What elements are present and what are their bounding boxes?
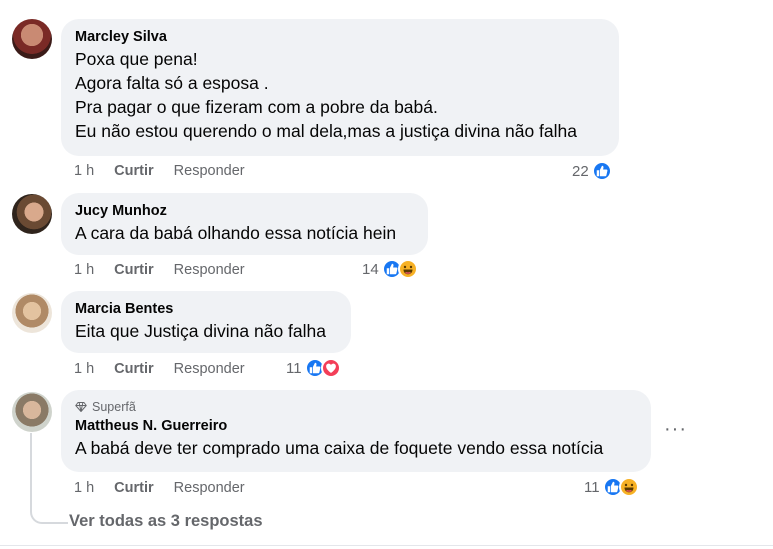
- comment-actions: 1 h Curtir Responder: [74, 163, 245, 179]
- comment-bubble: Marcley Silva Poxa que pena! Agora falta…: [61, 19, 619, 156]
- comment-bubble: Marcia Bentes Eita que Justiça divina nã…: [61, 291, 351, 353]
- reaction-count: 11: [584, 478, 600, 496]
- avatar[interactable]: [12, 392, 52, 432]
- avatar[interactable]: [12, 293, 52, 333]
- view-all-replies-link[interactable]: Ver todas as 3 respostas: [69, 512, 263, 531]
- more-options-icon[interactable]: ···: [664, 419, 687, 439]
- like-button[interactable]: Curtir: [114, 480, 153, 496]
- comment-actions: 1 h Curtir Responder: [74, 262, 245, 278]
- haha-icon: [618, 477, 639, 497]
- diamond-icon: [75, 402, 87, 412]
- comment-bubble: Superfã Mattheus N. Guerreiro A babá dev…: [61, 390, 651, 472]
- comment-text: Eita que Justiça divina não falha: [75, 321, 326, 341]
- comment-time[interactable]: 1 h: [74, 480, 94, 496]
- comment-bubble: Jucy Munhoz A cara da babá olhando essa …: [61, 193, 428, 255]
- reaction-count: 14: [362, 260, 379, 278]
- like-button[interactable]: Curtir: [114, 361, 153, 377]
- reply-button[interactable]: Responder: [174, 163, 245, 179]
- haha-icon: [397, 259, 418, 279]
- comment-actions: 1 h Curtir Responder: [74, 361, 245, 377]
- divider: [0, 545, 773, 546]
- avatar[interactable]: [12, 194, 52, 234]
- reaction-summary[interactable]: 11: [584, 477, 639, 497]
- comment-author[interactable]: Marcia Bentes: [75, 299, 337, 319]
- comment-actions: 1 h Curtir Responder: [74, 480, 245, 496]
- reply-button[interactable]: Responder: [174, 262, 245, 278]
- like-button[interactable]: Curtir: [114, 163, 153, 179]
- superfan-badge: Superfã: [75, 398, 637, 416]
- reply-button[interactable]: Responder: [174, 361, 245, 377]
- comment-text: Poxa que pena! Agora falta só a esposa .…: [75, 49, 577, 141]
- comment-author[interactable]: Marcley Silva: [75, 27, 605, 47]
- reply-button[interactable]: Responder: [174, 480, 245, 496]
- like-icon: [591, 161, 612, 181]
- comment-time[interactable]: 1 h: [74, 361, 94, 377]
- reaction-count: 11: [286, 359, 302, 377]
- reaction-summary[interactable]: 14: [362, 259, 418, 279]
- reaction-summary[interactable]: 22: [572, 161, 612, 181]
- comment-author[interactable]: Mattheus N. Guerreiro: [75, 416, 637, 436]
- badge-label: Superfã: [92, 400, 136, 414]
- comment-text: A babá deve ter comprado uma caixa de fo…: [75, 438, 604, 458]
- reaction-summary[interactable]: 11: [286, 358, 341, 378]
- comment-author[interactable]: Jucy Munhoz: [75, 201, 414, 221]
- reaction-count: 22: [572, 162, 589, 180]
- comment-text: A cara da babá olhando essa notícia hein: [75, 223, 397, 243]
- comment-time[interactable]: 1 h: [74, 262, 94, 278]
- like-button[interactable]: Curtir: [114, 262, 153, 278]
- love-icon: [320, 358, 341, 378]
- avatar[interactable]: [12, 19, 52, 59]
- comment-time[interactable]: 1 h: [74, 163, 94, 179]
